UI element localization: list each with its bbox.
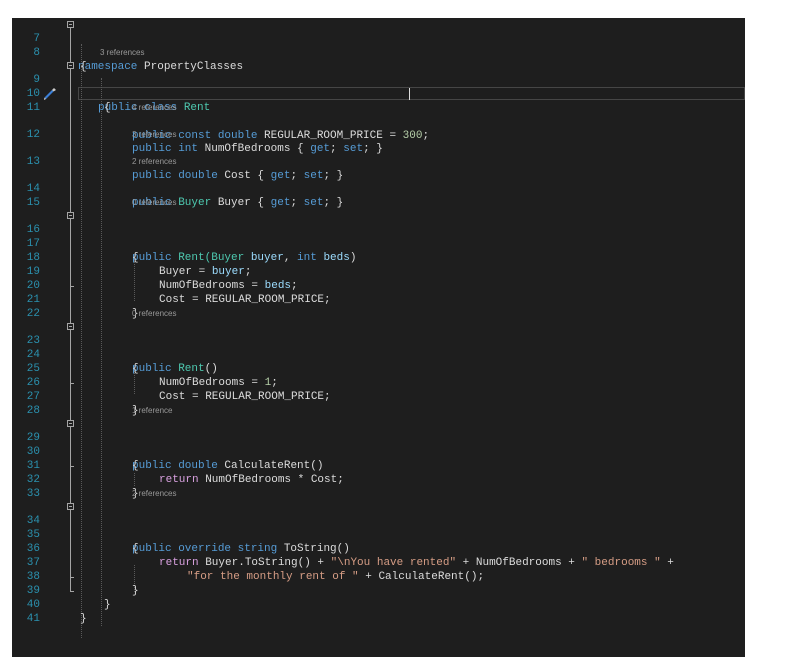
codelens-references[interactable]: 2 references — [12, 155, 745, 168]
code-line-9[interactable]: 9 public class Rent — [12, 59, 745, 114]
code-line-27[interactable]: 27 } — [12, 376, 745, 417]
codelens-text[interactable]: 0 references — [132, 196, 176, 209]
code-line-35[interactable]: 35 { — [12, 514, 745, 555]
code-line-21[interactable]: 21 } — [12, 279, 745, 320]
code-line-26[interactable]: 26 Cost = REGULAR_ROOM_PRICE; — [12, 362, 745, 403]
codelens-references[interactable]: 4 references — [12, 101, 745, 114]
code-line-29[interactable]: 29 public double CalculateRent() — [12, 417, 745, 472]
codelens-references[interactable]: 0 references — [12, 307, 745, 320]
code-line-32[interactable]: 32 } — [12, 459, 745, 500]
quick-actions-pencil-icon[interactable] — [43, 87, 57, 101]
code-line-40[interactable]: 40 } — [12, 584, 745, 625]
code-line-31[interactable]: 31 return NumOfBedrooms * Cost; — [12, 445, 745, 486]
code-line-11[interactable]: 11 public const double REGULAR_ROOM_PRIC… — [12, 87, 745, 142]
code-line-25[interactable]: 25 NumOfBedrooms = 1; — [12, 348, 745, 389]
code-line-19[interactable]: 19 NumOfBedrooms = beds; — [12, 251, 745, 292]
codelens-references[interactable]: 2 references — [12, 487, 745, 500]
codelens-references[interactable]: 3 references — [12, 128, 745, 141]
code-line-24[interactable]: 24 { — [12, 334, 745, 375]
code-line-41[interactable]: 41 — [12, 598, 745, 625]
codelens-text[interactable]: 0 references — [132, 307, 176, 320]
code-line-15[interactable]: 15 — [12, 182, 745, 209]
code-line-28[interactable]: 28 — [12, 390, 745, 417]
line-number: 41 — [26, 613, 40, 625]
code-line-17[interactable]: 17 { — [12, 223, 745, 264]
collapse-icon[interactable] — [67, 21, 74, 28]
code-editor[interactable]: 7 namespace PropertyClasses 8 { 3 refere… — [12, 18, 745, 657]
collapse-icon[interactable] — [67, 323, 74, 330]
codelens-references[interactable]: 0 references — [12, 196, 745, 209]
code-line-12[interactable]: 12 public int NumOfBedrooms { get; set; … — [12, 114, 745, 155]
code-line-18[interactable]: 18 Buyer = buyer; — [12, 237, 745, 278]
code-line-7[interactable]: 7 namespace PropertyClasses — [12, 18, 745, 73]
codelens-text[interactable]: 3 references — [100, 46, 144, 59]
code-line-37[interactable]: 37 "for the monthly rent of " + Calculat… — [12, 542, 745, 583]
collapse-icon[interactable] — [67, 212, 74, 219]
code-line-13[interactable]: 13 public double Cost { get; set; } — [12, 141, 745, 182]
collapse-icon[interactable] — [67, 62, 74, 69]
collapse-icon[interactable] — [67, 503, 74, 510]
code-line-33[interactable]: 33 — [12, 473, 745, 500]
code-line-23[interactable]: 23 public Rent() — [12, 320, 745, 375]
codelens-text[interactable]: 4 references — [132, 101, 176, 114]
code-text: } — [80, 613, 87, 625]
code-line-20[interactable]: 20 Cost = REGULAR_ROOM_PRICE; — [12, 265, 745, 306]
code-line-22[interactable]: 22 — [12, 293, 745, 320]
code-line-8[interactable]: 8 { — [12, 32, 745, 73]
collapse-icon[interactable] — [67, 420, 74, 427]
text-cursor — [409, 88, 410, 100]
codelens-references[interactable]: 1 reference — [12, 404, 745, 417]
codelens-text[interactable]: 1 reference — [132, 404, 172, 417]
code-line-34[interactable]: 34 public override string ToString() — [12, 500, 745, 555]
code-line-30[interactable]: 30 { — [12, 431, 745, 472]
code-line-16[interactable]: 16 public Rent(Buyer buyer, int beds) — [12, 209, 745, 264]
codelens-text[interactable]: 3 references — [132, 128, 176, 141]
code-line-36[interactable]: 36 return Buyer.ToString() + "\nYou have… — [12, 528, 745, 569]
codelens-references[interactable]: 3 references — [12, 46, 745, 59]
codelens-text[interactable]: 2 references — [132, 155, 176, 168]
codelens-text[interactable]: 2 references — [132, 487, 176, 500]
code-line-38[interactable]: 38 } — [12, 556, 745, 597]
code-line-39[interactable]: 39 } — [12, 570, 745, 611]
code-line-14[interactable]: 14 public Buyer Buyer { get; set; } — [12, 168, 745, 209]
code-line-10[interactable]: 10 { — [12, 73, 745, 114]
